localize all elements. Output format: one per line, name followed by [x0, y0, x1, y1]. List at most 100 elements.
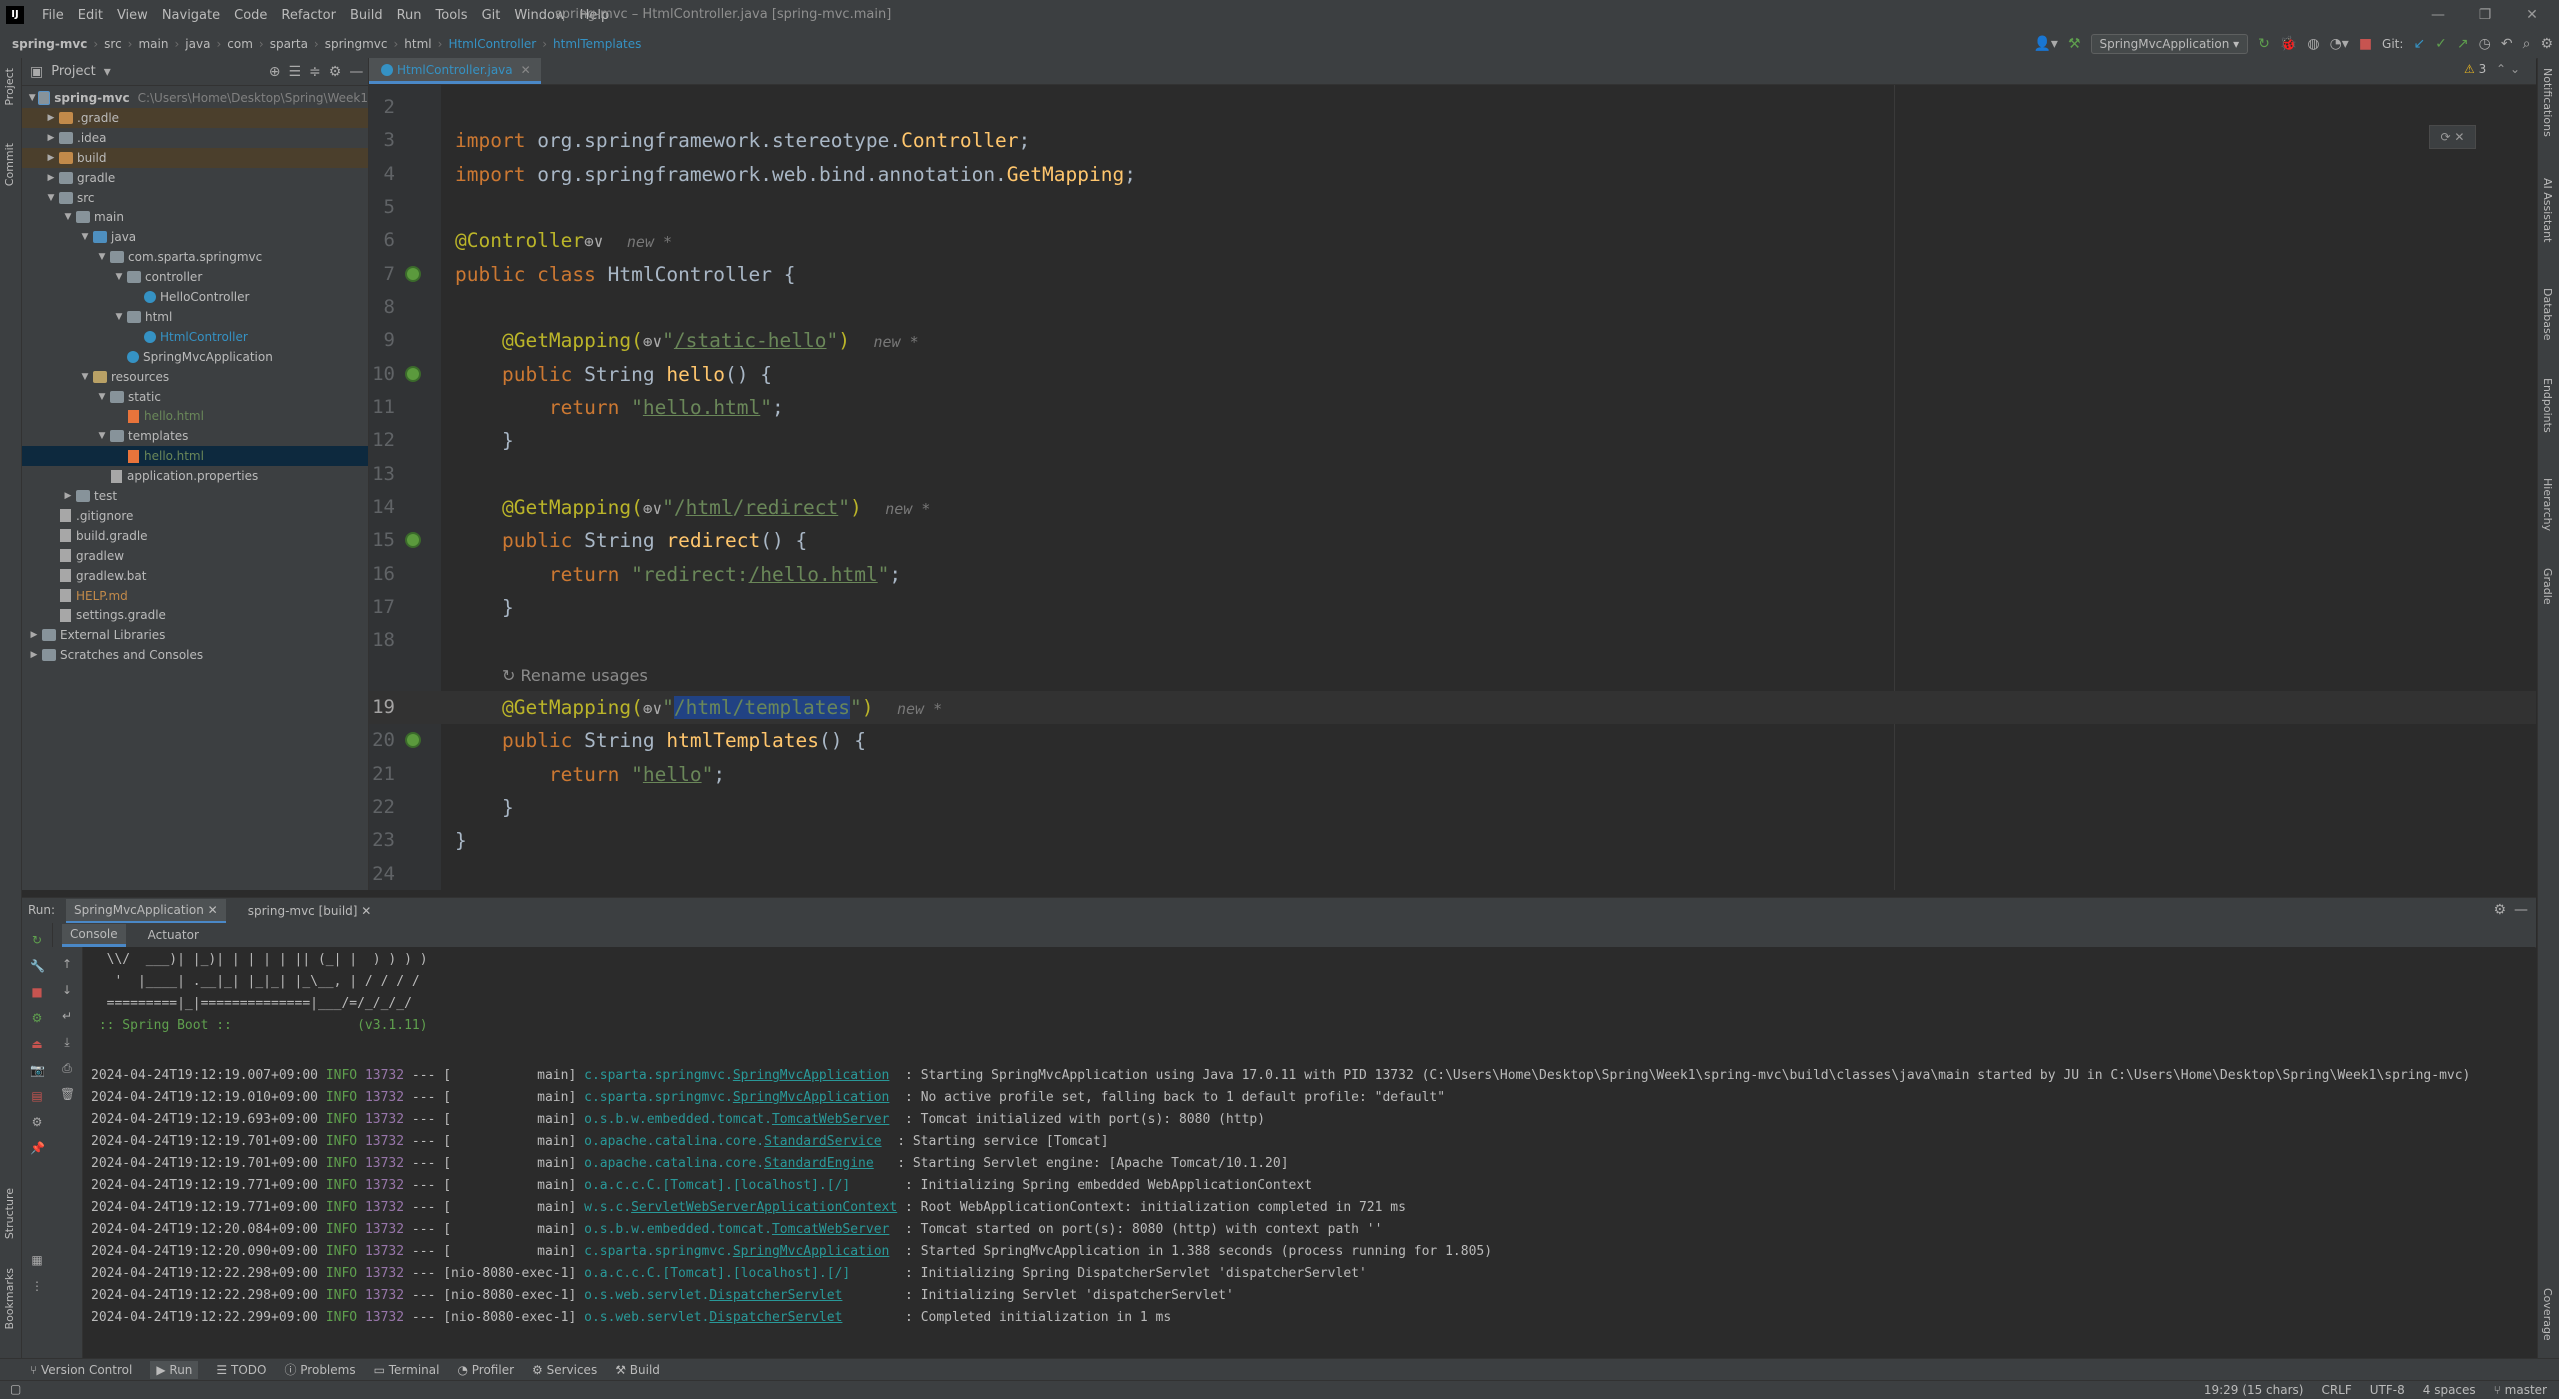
- log-logger_ul[interactable]: SpringMvcApplication: [733, 1090, 890, 1105]
- stop-icon[interactable]: ■: [2359, 36, 2372, 52]
- git-commit-icon[interactable]: ✓: [2435, 36, 2447, 52]
- restore-layout-icon[interactable]: ⚙: [30, 1011, 44, 1025]
- breadcrumb-item[interactable]: html: [404, 37, 431, 51]
- tree-item[interactable]: HtmlController: [22, 327, 368, 347]
- scroll-down-icon[interactable]: ↓: [60, 983, 74, 997]
- tree-item[interactable]: hello.html: [22, 446, 368, 467]
- tool-button-coverage[interactable]: Coverage: [2541, 1288, 2554, 1341]
- locate-icon[interactable]: ⊕: [269, 64, 281, 80]
- menu-edit[interactable]: Edit: [78, 8, 103, 23]
- tool-build[interactable]: ⚒ Build: [615, 1363, 660, 1377]
- tree-item[interactable]: ▼ static: [22, 387, 368, 407]
- menu-file[interactable]: File: [42, 8, 64, 23]
- more-icon[interactable]: ⋮: [30, 1279, 44, 1293]
- inspection-widget[interactable]: ⚠ 3 ⌃ ⌄: [2464, 62, 2520, 76]
- prev-highlight-icon[interactable]: ⌃: [2496, 62, 2506, 76]
- run-config-select[interactable]: SpringMvcApplication ▾: [2090, 34, 2249, 54]
- breadcrumb-item[interactable]: src: [104, 37, 122, 51]
- breadcrumb-item[interactable]: main: [138, 37, 168, 51]
- tree-item[interactable]: ▶ .gradle: [22, 107, 368, 128]
- menu-run[interactable]: Run: [397, 8, 422, 23]
- tab-console[interactable]: Console: [62, 923, 126, 947]
- tree-item[interactable]: ▶ .idea: [22, 128, 368, 148]
- log-logger_ul[interactable]: DispatcherServlet: [709, 1288, 842, 1303]
- tab-run-0[interactable]: SpringMvcApplication ✕: [66, 898, 226, 924]
- structure-tool-button[interactable]: Structure: [3, 1188, 16, 1239]
- collapse-all-icon[interactable]: ≑: [309, 64, 321, 80]
- tool-terminal[interactable]: ▭ Terminal: [374, 1363, 440, 1377]
- debug-icon[interactable]: 🐞: [2280, 36, 2297, 52]
- status-toggle-icon[interactable]: ▢: [10, 1382, 21, 1396]
- log-logger_ul[interactable]: SpringMvcApplication: [733, 1244, 890, 1259]
- indent-setting[interactable]: 4 spaces: [2423, 1383, 2476, 1397]
- log-logger_ul[interactable]: TomcatWebServer: [772, 1112, 889, 1127]
- chevron-down-icon[interactable]: ▼: [96, 252, 108, 262]
- tab-htmlcontroller[interactable]: HtmlController.java ✕: [369, 58, 541, 84]
- chevron-down-icon[interactable]: ▼: [62, 212, 74, 222]
- breadcrumb-item[interactable]: spring-mvc: [12, 37, 87, 51]
- tree-item[interactable]: ▼ html: [22, 307, 368, 327]
- tree-item[interactable]: .gitignore: [22, 506, 368, 526]
- close-tab-icon[interactable]: ✕: [204, 903, 218, 917]
- commit-tool-button[interactable]: Commit: [3, 143, 16, 186]
- dump-threads-icon[interactable]: ▤: [30, 1089, 44, 1103]
- tree-item[interactable]: ▼ main: [22, 207, 368, 227]
- clear-all-icon[interactable]: 🗑: [60, 1087, 75, 1101]
- scroll-to-end-icon[interactable]: ⤓: [60, 1035, 74, 1049]
- rerun-icon[interactable]: ↻: [30, 933, 44, 947]
- chevron-down-icon[interactable]: ▼: [28, 93, 36, 103]
- settings-icon[interactable]: ⚙: [30, 1115, 44, 1129]
- project-panel-title[interactable]: Project: [51, 64, 95, 79]
- tree-item[interactable]: ▶ build: [22, 147, 368, 168]
- tree-item[interactable]: HelloController: [22, 287, 368, 307]
- stop-icon[interactable]: ■: [30, 985, 44, 999]
- git-update-icon[interactable]: ↙: [2413, 36, 2425, 52]
- tree-item[interactable]: gradlew.bat: [22, 566, 368, 586]
- spring-bean-icon[interactable]: [405, 265, 421, 282]
- chevron-down-icon[interactable]: ▼: [79, 372, 91, 382]
- expand-all-icon[interactable]: ☰: [288, 64, 301, 80]
- run-settings-gear-icon[interactable]: ⚙: [2493, 902, 2506, 918]
- tool-button-notifications[interactable]: Notifications: [2541, 68, 2554, 137]
- scroll-up-icon[interactable]: ↑: [60, 957, 74, 971]
- spring-bean-icon[interactable]: [405, 732, 421, 749]
- breadcrumb-item[interactable]: springmvc: [325, 37, 388, 51]
- console-output[interactable]: \\/ ___)| |_)| | | | | || (_| | ) ) ) ) …: [83, 947, 2535, 1365]
- chevron-right-icon[interactable]: ▶: [45, 113, 57, 123]
- chevron-right-icon[interactable]: ▶: [28, 650, 40, 660]
- gradle-reload-icon[interactable]: ⟳ ✕: [2429, 125, 2476, 149]
- close-window-icon[interactable]: ✕: [2512, 4, 2552, 26]
- chevron-down-icon[interactable]: ▾: [104, 64, 111, 80]
- tab-run-1[interactable]: spring-mvc [build] ✕: [240, 900, 380, 922]
- profile-icon[interactable]: ◔▾: [2330, 36, 2349, 52]
- tree-item[interactable]: ▶ gradle: [22, 168, 368, 188]
- caret-position[interactable]: 19:29 (15 chars): [2204, 1383, 2304, 1397]
- log-logger_ul[interactable]: TomcatWebServer: [772, 1222, 889, 1237]
- log-logger_ul[interactable]: StandardEngine: [764, 1156, 874, 1171]
- exit-icon[interactable]: ⏏: [30, 1037, 44, 1051]
- menu-code[interactable]: Code: [234, 8, 267, 23]
- chevron-right-icon[interactable]: ▶: [45, 153, 57, 163]
- file-encoding[interactable]: UTF-8: [2370, 1383, 2405, 1397]
- log-logger_ul[interactable]: StandardService: [764, 1134, 881, 1149]
- code-editor[interactable]: 2 3 import org.springframework.stereotype.…: [369, 85, 2536, 890]
- spring-bean-icon[interactable]: [405, 365, 421, 382]
- chevron-down-icon[interactable]: ▼: [113, 312, 125, 322]
- menu-git[interactable]: Git: [482, 8, 501, 23]
- layout-icon[interactable]: ▦: [30, 1253, 44, 1267]
- menu-navigate[interactable]: Navigate: [162, 8, 220, 23]
- tree-item[interactable]: ▼ java: [22, 227, 368, 247]
- tree-item[interactable]: ▶ test: [22, 486, 368, 506]
- soft-wrap-icon[interactable]: ↵: [60, 1009, 74, 1023]
- tree-item[interactable]: ▶ Scratches and Consoles: [22, 645, 368, 665]
- tool-problems[interactable]: ⓘ Problems: [284, 1361, 355, 1378]
- minimize-icon[interactable]: —: [2418, 4, 2458, 26]
- chevron-right-icon[interactable]: ▶: [45, 133, 57, 143]
- tree-item[interactable]: ▼ com.sparta.springmvc: [22, 247, 368, 267]
- tool-button-database[interactable]: Database: [2541, 288, 2554, 341]
- settings-gear-icon[interactable]: ⚙: [2540, 36, 2553, 52]
- log-logger_ul[interactable]: SpringMvcApplication: [733, 1068, 890, 1083]
- tree-item[interactable]: application.properties: [22, 466, 368, 486]
- tree-item[interactable]: ▼ templates: [22, 426, 368, 446]
- tree-item[interactable]: gradlew: [22, 546, 368, 566]
